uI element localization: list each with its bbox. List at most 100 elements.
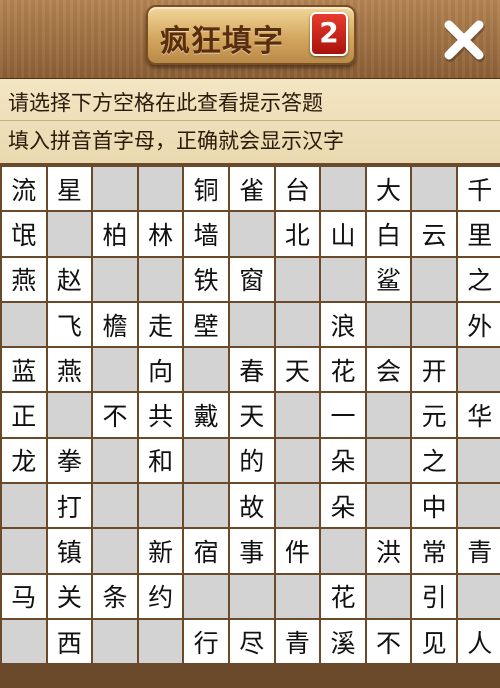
grid-cell-empty[interactable] — [229, 302, 274, 347]
grid-cell-empty[interactable] — [366, 574, 411, 618]
grid-cell-empty[interactable] — [366, 484, 411, 528]
grid-cell-empty[interactable] — [366, 302, 411, 347]
grid-cell-empty[interactable] — [93, 438, 137, 483]
grid-cell-filled[interactable]: 戴 — [184, 393, 228, 437]
close-button[interactable] — [436, 12, 492, 68]
grid-cell-empty[interactable] — [47, 393, 92, 437]
grid-cell-empty[interactable] — [2, 484, 46, 528]
grid-cell-filled[interactable]: 林 — [138, 212, 183, 256]
grid-cell-empty[interactable] — [2, 302, 46, 347]
grid-cell-empty[interactable] — [412, 167, 456, 211]
grid-cell-filled[interactable]: 青 — [457, 529, 500, 573]
grid-cell-filled[interactable]: 蓝 — [2, 348, 46, 392]
grid-cell-filled[interactable]: 故 — [229, 484, 274, 528]
grid-cell-empty[interactable] — [138, 484, 183, 528]
grid-cell-filled[interactable]: 星 — [47, 167, 92, 211]
grid-cell-filled[interactable]: 花 — [321, 574, 365, 618]
grid-cell-empty[interactable] — [366, 393, 411, 437]
grid-cell-filled[interactable]: 走 — [138, 302, 183, 347]
grid-cell-empty[interactable] — [412, 302, 456, 347]
grid-cell-filled[interactable]: 的 — [229, 438, 274, 483]
grid-cell-filled[interactable]: 白 — [366, 212, 411, 256]
grid-cell-empty[interactable] — [93, 484, 137, 528]
grid-cell-filled[interactable]: 常 — [412, 529, 456, 573]
grid-cell-filled[interactable]: 不 — [366, 619, 411, 664]
grid-cell-empty[interactable] — [184, 574, 228, 618]
grid-cell-filled[interactable]: 山 — [321, 212, 365, 256]
grid-cell-filled[interactable]: 铁 — [184, 257, 228, 301]
grid-cell-filled[interactable]: 青 — [275, 619, 320, 664]
grid-cell-filled[interactable]: 柏 — [93, 212, 137, 256]
grid-cell-filled[interactable]: 向 — [138, 348, 183, 392]
grid-cell-filled[interactable]: 墙 — [184, 212, 228, 256]
grid-cell-filled[interactable]: 拳 — [47, 438, 92, 483]
grid-cell-filled[interactable]: 春 — [229, 348, 274, 392]
grid-cell-empty[interactable] — [2, 529, 46, 573]
grid-cell-filled[interactable]: 天 — [275, 348, 320, 392]
grid-cell-filled[interactable]: 打 — [47, 484, 92, 528]
grid-cell-empty[interactable] — [321, 167, 365, 211]
grid-cell-empty[interactable] — [138, 619, 183, 664]
grid-cell-filled[interactable]: 洪 — [366, 529, 411, 573]
grid-cell-empty[interactable] — [275, 302, 320, 347]
grid-cell-filled[interactable]: 赵 — [47, 257, 92, 301]
grid-cell-empty[interactable] — [184, 484, 228, 528]
grid-cell-filled[interactable]: 千 — [457, 167, 500, 211]
grid-cell-filled[interactable]: 一 — [321, 393, 365, 437]
grid-cell-filled[interactable]: 约 — [138, 574, 183, 618]
grid-cell-empty[interactable] — [275, 257, 320, 301]
grid-cell-filled[interactable]: 中 — [412, 484, 456, 528]
grid-cell-empty[interactable] — [184, 348, 228, 392]
grid-cell-filled[interactable]: 云 — [412, 212, 456, 256]
grid-cell-filled[interactable]: 人 — [457, 619, 500, 664]
grid-cell-filled[interactable]: 燕 — [47, 348, 92, 392]
grid-cell-empty[interactable] — [321, 257, 365, 301]
grid-cell-filled[interactable]: 天 — [229, 393, 274, 437]
grid-cell-filled[interactable]: 开 — [412, 348, 456, 392]
grid-cell-empty[interactable] — [457, 348, 500, 392]
grid-cell-filled[interactable]: 氓 — [2, 212, 46, 256]
grid-cell-empty[interactable] — [47, 212, 92, 256]
grid-cell-empty[interactable] — [275, 393, 320, 437]
grid-cell-filled[interactable]: 共 — [138, 393, 183, 437]
grid-cell-empty[interactable] — [457, 484, 500, 528]
grid-cell-filled[interactable]: 元 — [412, 393, 456, 437]
grid-cell-filled[interactable]: 鲨 — [366, 257, 411, 301]
grid-cell-empty[interactable] — [229, 212, 274, 256]
grid-cell-empty[interactable] — [138, 167, 183, 211]
grid-cell-filled[interactable]: 里 — [457, 212, 500, 256]
grid-cell-empty[interactable] — [457, 438, 500, 483]
grid-cell-filled[interactable]: 雀 — [229, 167, 274, 211]
grid-cell-filled[interactable]: 窗 — [229, 257, 274, 301]
grid-cell-filled[interactable]: 燕 — [2, 257, 46, 301]
grid-cell-filled[interactable]: 件 — [275, 529, 320, 573]
grid-cell-empty[interactable] — [229, 574, 274, 618]
grid-cell-filled[interactable]: 条 — [93, 574, 137, 618]
grid-cell-filled[interactable]: 龙 — [2, 438, 46, 483]
grid-cell-filled[interactable]: 见 — [412, 619, 456, 664]
grid-cell-filled[interactable]: 华 — [457, 393, 500, 437]
grid-cell-filled[interactable]: 正 — [2, 393, 46, 437]
grid-cell-empty[interactable] — [93, 529, 137, 573]
grid-cell-filled[interactable]: 檐 — [93, 302, 137, 347]
grid-cell-filled[interactable]: 关 — [47, 574, 92, 618]
grid-cell-empty[interactable] — [275, 574, 320, 618]
grid-cell-filled[interactable]: 镇 — [47, 529, 92, 573]
grid-cell-filled[interactable]: 花 — [321, 348, 365, 392]
grid-cell-filled[interactable]: 会 — [366, 348, 411, 392]
grid-cell-filled[interactable]: 铜 — [184, 167, 228, 211]
grid-cell-filled[interactable]: 行 — [184, 619, 228, 664]
grid-cell-filled[interactable]: 引 — [412, 574, 456, 618]
grid-cell-filled[interactable]: 事 — [229, 529, 274, 573]
grid-cell-empty[interactable] — [321, 529, 365, 573]
grid-cell-filled[interactable]: 西 — [47, 619, 92, 664]
grid-cell-empty[interactable] — [275, 438, 320, 483]
grid-cell-empty[interactable] — [93, 619, 137, 664]
grid-cell-filled[interactable]: 之 — [412, 438, 456, 483]
grid-cell-empty[interactable] — [93, 167, 137, 211]
grid-cell-filled[interactable]: 北 — [275, 212, 320, 256]
grid-cell-empty[interactable] — [93, 348, 137, 392]
grid-cell-empty[interactable] — [457, 574, 500, 618]
grid-cell-empty[interactable] — [138, 257, 183, 301]
grid-cell-filled[interactable]: 朵 — [321, 438, 365, 483]
